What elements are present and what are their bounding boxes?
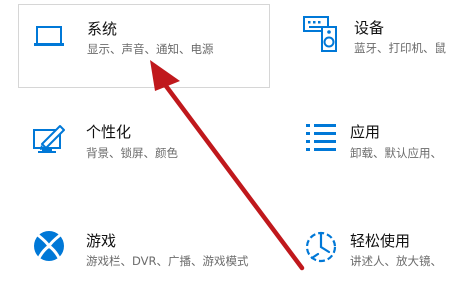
- devices-description: 蓝牙、打印机、鼠: [354, 41, 446, 55]
- system-title: 系统: [87, 20, 118, 38]
- system-description: 显示、声音、通知、电源: [87, 42, 214, 56]
- personalization-title: 个性化: [86, 123, 132, 141]
- system-tile[interactable]: 系统 显示、声音、通知、电源: [18, 4, 270, 88]
- apps-tile[interactable]: 应用 卸载、默认应用、: [290, 112, 450, 172]
- xbox-icon: [32, 228, 68, 264]
- gaming-title: 游戏: [86, 232, 117, 250]
- personalization-icon: [32, 122, 68, 158]
- apps-title: 应用: [350, 123, 381, 141]
- apps-description: 卸载、默认应用、: [350, 146, 442, 160]
- ease-of-access-tile[interactable]: 轻松使用 讲述人、放大镜、: [290, 222, 450, 282]
- apps-list-icon: [304, 120, 340, 156]
- settings-window: 系统 显示、声音、通知、电源 设备 蓝牙、打印机、鼠 个性化 背景、锁屏、颜色 …: [0, 0, 450, 300]
- ease-of-access-title: 轻松使用: [350, 232, 411, 250]
- devices-icon: [302, 14, 342, 54]
- devices-tile[interactable]: 设备 蓝牙、打印机、鼠: [290, 4, 450, 88]
- personalization-description: 背景、锁屏、颜色: [86, 146, 178, 160]
- laptop-icon: [33, 21, 69, 51]
- ease-of-access-description: 讲述人、放大镜、: [350, 254, 442, 268]
- devices-title: 设备: [354, 19, 385, 37]
- personalization-tile[interactable]: 个性化 背景、锁屏、颜色: [18, 112, 270, 172]
- ease-of-access-icon: [302, 228, 340, 266]
- gaming-description: 游戏栏、DVR、广播、游戏模式: [86, 254, 249, 268]
- gaming-tile[interactable]: 游戏 游戏栏、DVR、广播、游戏模式: [18, 222, 270, 282]
